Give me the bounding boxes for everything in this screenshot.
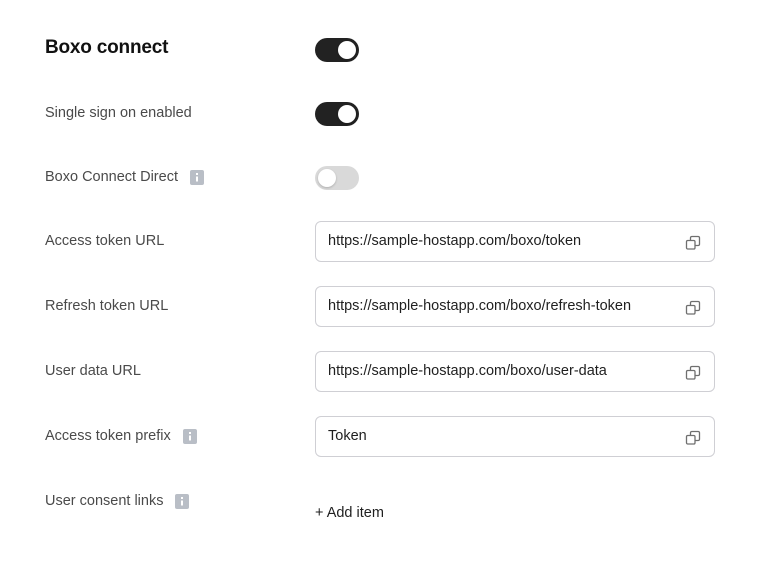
user-consent-links-label-text: User consent links <box>45 493 164 509</box>
access-token-prefix-label-text: Access token prefix <box>45 428 171 444</box>
copy-icon[interactable] <box>685 300 701 316</box>
refresh-token-url-field[interactable]: https://sample-hostapp.com/boxo/refresh-… <box>315 286 715 327</box>
direct-label: Boxo Connect Direct <box>45 167 204 187</box>
refresh-token-url-label: Refresh token URL <box>45 296 168 316</box>
user-data-url-label-text: User data URL <box>45 363 141 379</box>
user-consent-links-label: User consent links <box>45 491 190 511</box>
direct-label-text: Boxo Connect Direct <box>45 169 178 185</box>
access-token-prefix-value[interactable]: Token <box>328 428 367 444</box>
access-token-url-label: Access token URL <box>45 231 164 251</box>
user-data-url-value[interactable]: https://sample-hostapp.com/boxo/user-dat… <box>328 363 607 379</box>
copy-icon[interactable] <box>685 365 701 381</box>
toggle-knob <box>338 41 356 59</box>
info-icon[interactable] <box>189 169 204 185</box>
boxo-connect-toggle[interactable] <box>315 38 359 62</box>
access-token-prefix-field[interactable]: Token <box>315 416 715 457</box>
toggle-knob <box>338 105 356 123</box>
access-token-prefix-label: Access token prefix <box>45 426 197 446</box>
access-token-url-label-text: Access token URL <box>45 233 165 249</box>
boxo-connect-title: Boxo connect <box>45 37 169 58</box>
refresh-token-url-label-text: Refresh token URL <box>45 298 169 314</box>
sso-toggle[interactable] <box>315 102 359 126</box>
user-data-url-label: User data URL <box>45 361 141 381</box>
user-data-url-field[interactable]: https://sample-hostapp.com/boxo/user-dat… <box>315 351 715 392</box>
toggle-knob <box>318 169 336 187</box>
copy-icon[interactable] <box>685 430 701 446</box>
info-icon[interactable] <box>175 493 190 509</box>
info-icon[interactable] <box>182 428 197 444</box>
copy-icon[interactable] <box>685 235 701 251</box>
direct-toggle[interactable] <box>315 166 359 190</box>
add-item-button[interactable]: + Add item <box>315 505 384 521</box>
access-token-url-value[interactable]: https://sample-hostapp.com/boxo/token <box>328 233 581 249</box>
refresh-token-url-value[interactable]: https://sample-hostapp.com/boxo/refresh-… <box>328 298 631 314</box>
sso-label-text: Single sign on enabled <box>45 105 192 121</box>
access-token-url-field[interactable]: https://sample-hostapp.com/boxo/token <box>315 221 715 262</box>
sso-label: Single sign on enabled <box>45 103 192 123</box>
